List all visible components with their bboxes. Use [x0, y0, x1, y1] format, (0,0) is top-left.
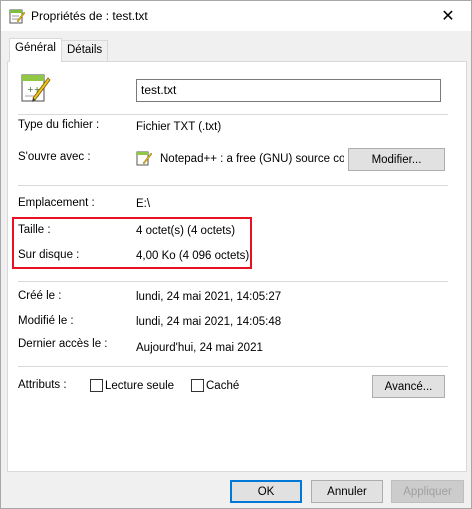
modified-value: lundi, 24 mai 2021, 14:05:48 [136, 316, 282, 328]
tab-general[interactable]: Général [9, 38, 62, 62]
title-bar[interactable]: Propriétés de : test.txt ✕ [1, 1, 471, 31]
notepad-plus-plus-icon: ++ [21, 74, 51, 102]
separator [18, 281, 448, 282]
advanced-button[interactable]: Avancé... [372, 375, 445, 398]
notepad-plus-plus-icon [136, 151, 152, 166]
tab-details[interactable]: Détails [61, 40, 109, 61]
modify-button[interactable]: Modifier... [348, 148, 445, 171]
apply-button[interactable]: Appliquer [391, 480, 464, 503]
opens-with-label: S'ouvre avec : [18, 151, 91, 163]
attributes-label: Attributs : [18, 379, 67, 391]
hidden-label[interactable]: Caché [206, 380, 239, 392]
cancel-button[interactable]: Annuler [311, 480, 383, 503]
separator [18, 366, 448, 367]
created-label: Créé le : [18, 290, 62, 302]
ok-button[interactable]: OK [230, 480, 302, 503]
window-title: Propriétés de : test.txt [31, 9, 148, 23]
accessed-label: Dernier accès le : [18, 338, 108, 350]
modified-label: Modifié le : [18, 315, 74, 327]
location-label: Emplacement : [18, 197, 95, 209]
size-highlight-box [12, 217, 252, 269]
general-panel: ++ test.txt Type du fichier : Fichier TX… [7, 61, 467, 472]
separator [18, 114, 448, 115]
filename-input[interactable]: test.txt [136, 79, 441, 102]
created-value: lundi, 24 mai 2021, 14:05:27 [136, 291, 282, 303]
close-button[interactable]: ✕ [425, 1, 471, 31]
separator [18, 185, 448, 186]
hidden-checkbox[interactable] [191, 379, 204, 392]
readonly-label[interactable]: Lecture seule [105, 380, 174, 392]
notepad-plus-plus-icon [9, 9, 25, 24]
accessed-value: Aujourd'hui, 24 mai 2021 [136, 342, 263, 354]
location-value: E:\ [136, 198, 151, 210]
properties-dialog: Propriétés de : test.txt ✕ Général Détai… [0, 0, 472, 509]
file-type-value: Fichier TXT (.txt) [136, 121, 222, 133]
readonly-checkbox[interactable] [90, 379, 103, 392]
file-type-label: Type du fichier : [18, 119, 100, 131]
opens-with-value: Notepad++ : a free (GNU) source coc [160, 153, 344, 165]
